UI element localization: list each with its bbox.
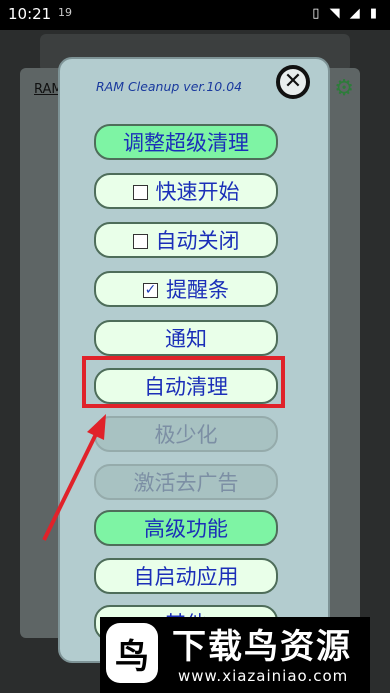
watermark-banner: 鸟 下载鸟资源 www.xiazainiao.com <box>100 617 370 693</box>
annotation-arrow <box>42 414 106 541</box>
watermark-logo: 鸟 <box>106 623 158 683</box>
watermark-title: 下载鸟资源 <box>172 627 352 667</box>
watermark-url: www.xiazainiao.com <box>178 667 349 685</box>
